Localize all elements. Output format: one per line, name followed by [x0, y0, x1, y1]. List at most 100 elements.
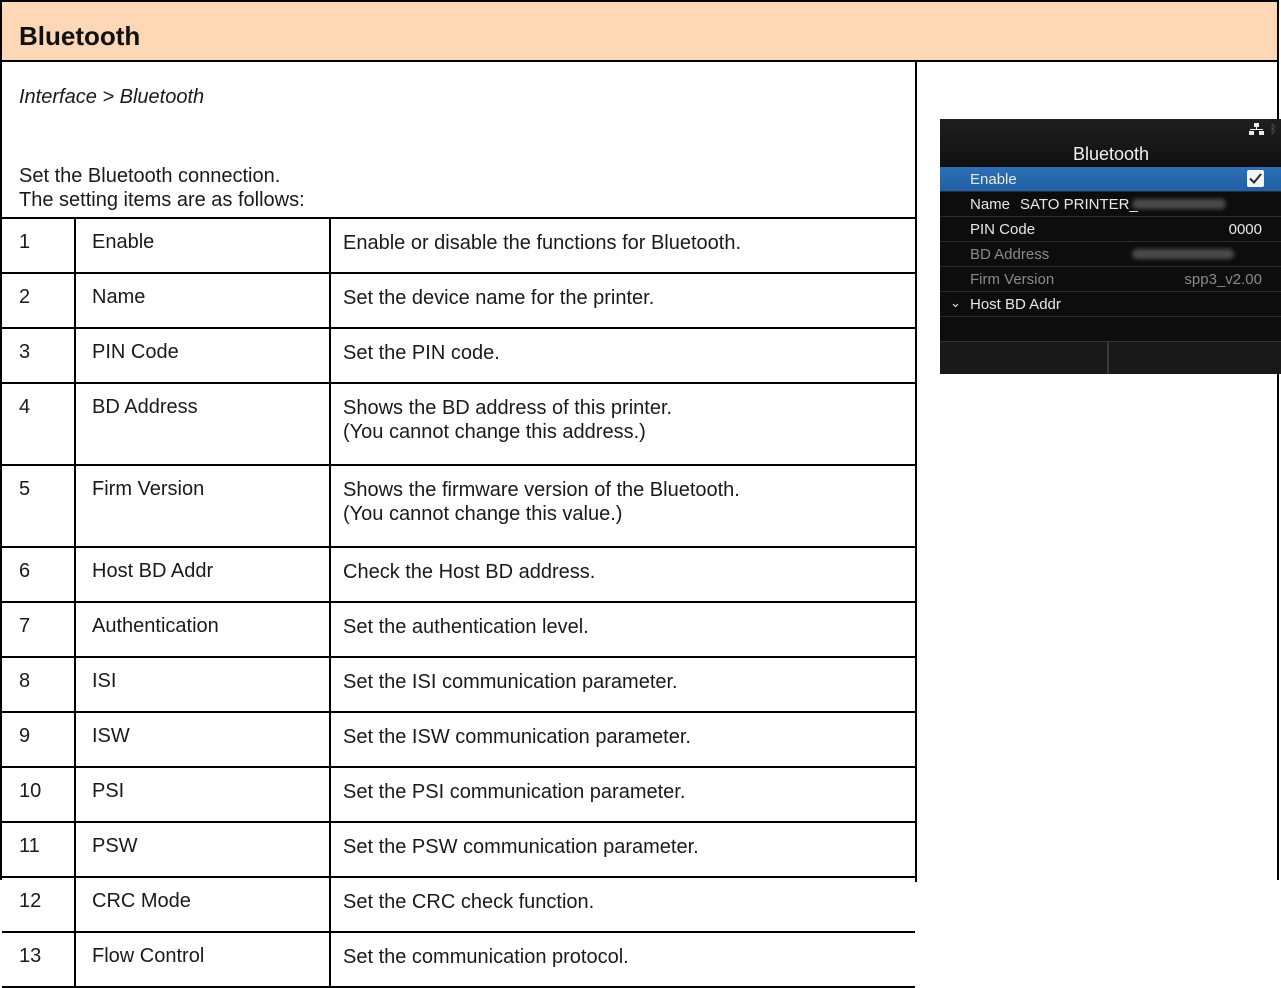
softkey-divider [1107, 342, 1109, 374]
menu-path: Interface > Bluetooth [19, 86, 205, 108]
item-name: Enable [74, 217, 331, 274]
description-line: Set the ISI communication parameter. [343, 671, 678, 693]
printer-lcd-screenshot: ᛒ Bluetooth Enable Name SATO PRINTER_ PI… [940, 119, 1281, 374]
item-description: Set the PIN code. [329, 327, 915, 384]
table-row: 8 ISI Set the ISI communication parameter. [2, 656, 915, 713]
lcd-row-label: Firm Version [970, 271, 1055, 288]
item-name: BD Address [74, 382, 331, 466]
lcd-header: ᛒ Bluetooth [940, 119, 1281, 166]
lcd-row-host-bd-addr[interactable]: ⌄ Host BD Addr [940, 292, 1281, 317]
lcd-softkey-bar [940, 341, 1281, 374]
table-row: 9 ISW Set the ISW communication parameter. [2, 711, 915, 768]
table-row: 1 Enable Enable or disable the functions f… [2, 217, 915, 274]
item-number: 13 [2, 931, 76, 988]
description-line: Set the authentication level. [343, 616, 589, 638]
item-number: 12 [2, 876, 76, 933]
item-name: CRC Mode [74, 876, 331, 933]
description-line: (You cannot change this value.) [343, 503, 623, 525]
item-name: PSW [74, 821, 331, 878]
section-title-bar: Bluetooth [2, 2, 1277, 62]
table-row: 3 PIN Code Set the PIN code. [2, 327, 915, 384]
lcd-row-name[interactable]: Name SATO PRINTER_ [940, 192, 1281, 217]
item-description: Check the Host BD address. [329, 546, 915, 603]
item-description: Shows the BD address of this printer. (Yo… [329, 382, 915, 466]
item-description: Set the authentication level. [329, 601, 915, 658]
lcd-row-value: spp3_v2.00 [1184, 271, 1262, 288]
table-row: 10 PSI Set the PSI communication parameter… [2, 766, 915, 823]
item-name: Host BD Addr [74, 546, 331, 603]
lcd-row-label: Name [970, 196, 1011, 213]
item-number: 6 [2, 546, 76, 603]
item-number: 10 [2, 766, 76, 823]
item-name: Name [74, 272, 331, 329]
lcd-row-enable[interactable]: Enable [940, 167, 1281, 192]
redacted-value [1132, 199, 1226, 209]
item-description: Enable or disable the functions for Blue… [329, 217, 915, 274]
redacted-value [1132, 249, 1234, 259]
lcd-row-label: Enable [970, 171, 1017, 188]
lcd-row-value: SATO PRINTER_ [1020, 196, 1138, 213]
intro-line-2: The setting items are as follows: [19, 189, 305, 211]
description-line: Set the communication protocol. [343, 946, 629, 968]
item-number: 9 [2, 711, 76, 768]
item-number: 3 [2, 327, 76, 384]
description-line: Set the PSW communication parameter. [343, 836, 699, 858]
manual-page: Bluetooth Interface > Bluetooth Set the … [0, 0, 1281, 988]
item-number: 8 [2, 656, 76, 713]
item-description: Set the device name for the printer. [329, 272, 915, 329]
intro-line-1: Set the Bluetooth connection. [19, 165, 281, 187]
description-line: Enable or disable the functions for Blue… [343, 232, 742, 254]
checkbox-checked-icon[interactable] [1247, 170, 1264, 187]
item-description: Set the ISW communication parameter. [329, 711, 915, 768]
item-name: ISW [74, 711, 331, 768]
item-number: 4 [2, 382, 76, 466]
item-name: PSI [74, 766, 331, 823]
lcd-row-pin[interactable]: PIN Code 0000 [940, 217, 1281, 242]
item-number: 5 [2, 464, 76, 548]
lcd-row-bd-address: BD Address [940, 242, 1281, 267]
description-line: Set the PIN code. [343, 342, 500, 364]
lcd-row-label: PIN Code [970, 221, 1036, 238]
item-number: 11 [2, 821, 76, 878]
item-description: Set the PSI communication parameter. [329, 766, 915, 823]
lcd-row-label: BD Address [970, 246, 1050, 263]
item-number: 2 [2, 272, 76, 329]
table-row: 4 BD Address Shows the BD address of this … [2, 382, 915, 466]
settings-table: 1 Enable Enable or disable the functions f… [2, 217, 915, 988]
description-line: Set the device name for the printer. [343, 287, 655, 309]
item-number: 1 [2, 217, 76, 274]
item-description: Shows the firmware version of the Blueto… [329, 464, 915, 548]
lcd-row-label: Host BD Addr [970, 296, 1061, 313]
item-name: Authentication [74, 601, 331, 658]
section-title: Bluetooth [19, 21, 141, 51]
table-row: 5 Firm Version Shows the firmware version … [2, 464, 915, 548]
table-row: 6 Host BD Addr Check the Host BD address. [2, 546, 915, 603]
lcd-row-firm-version: Firm Version spp3_v2.00 [940, 267, 1281, 292]
description-line: Set the CRC check function. [343, 891, 595, 913]
description-line: Set the ISW communication parameter. [343, 726, 691, 748]
item-name: PIN Code [74, 327, 331, 384]
description-line: Check the Host BD address. [343, 561, 596, 583]
item-description: Set the ISI communication parameter. [329, 656, 915, 713]
description-line: Shows the firmware version of the Blueto… [343, 479, 740, 501]
content-column: Interface > Bluetooth Set the Bluetooth … [2, 62, 917, 988]
item-name: ISI [74, 656, 331, 713]
lcd-title: Bluetooth [1072, 144, 1150, 164]
chevron-down-icon: ⌄ [950, 295, 961, 310]
item-name: Flow Control [74, 931, 331, 988]
table-row: 2 Name Set the device name for the printer… [2, 272, 915, 329]
network-icon [1249, 123, 1264, 135]
lcd-row-value: 0000 [1228, 221, 1262, 238]
table-row: 13 Flow Control Set the communication prot… [2, 931, 915, 988]
bluetooth-icon: ᛒ [1269, 122, 1277, 136]
table-row: 12 CRC Mode Set the CRC check function. [2, 876, 915, 933]
item-description: Set the CRC check function. [329, 876, 915, 933]
item-description: Set the PSW communication parameter. [329, 821, 915, 878]
description-line: (You cannot change this address.) [343, 421, 646, 443]
item-number: 7 [2, 601, 76, 658]
table-row: 11 PSW Set the PSW communication parameter… [2, 821, 915, 878]
item-description: Set the communication protocol. [329, 931, 915, 988]
description-line: Shows the BD address of this printer. [343, 397, 673, 419]
table-row: 7 Authentication Set the authentication le… [2, 601, 915, 658]
intro-text: Set the Bluetooth connection. The settin… [19, 164, 305, 212]
